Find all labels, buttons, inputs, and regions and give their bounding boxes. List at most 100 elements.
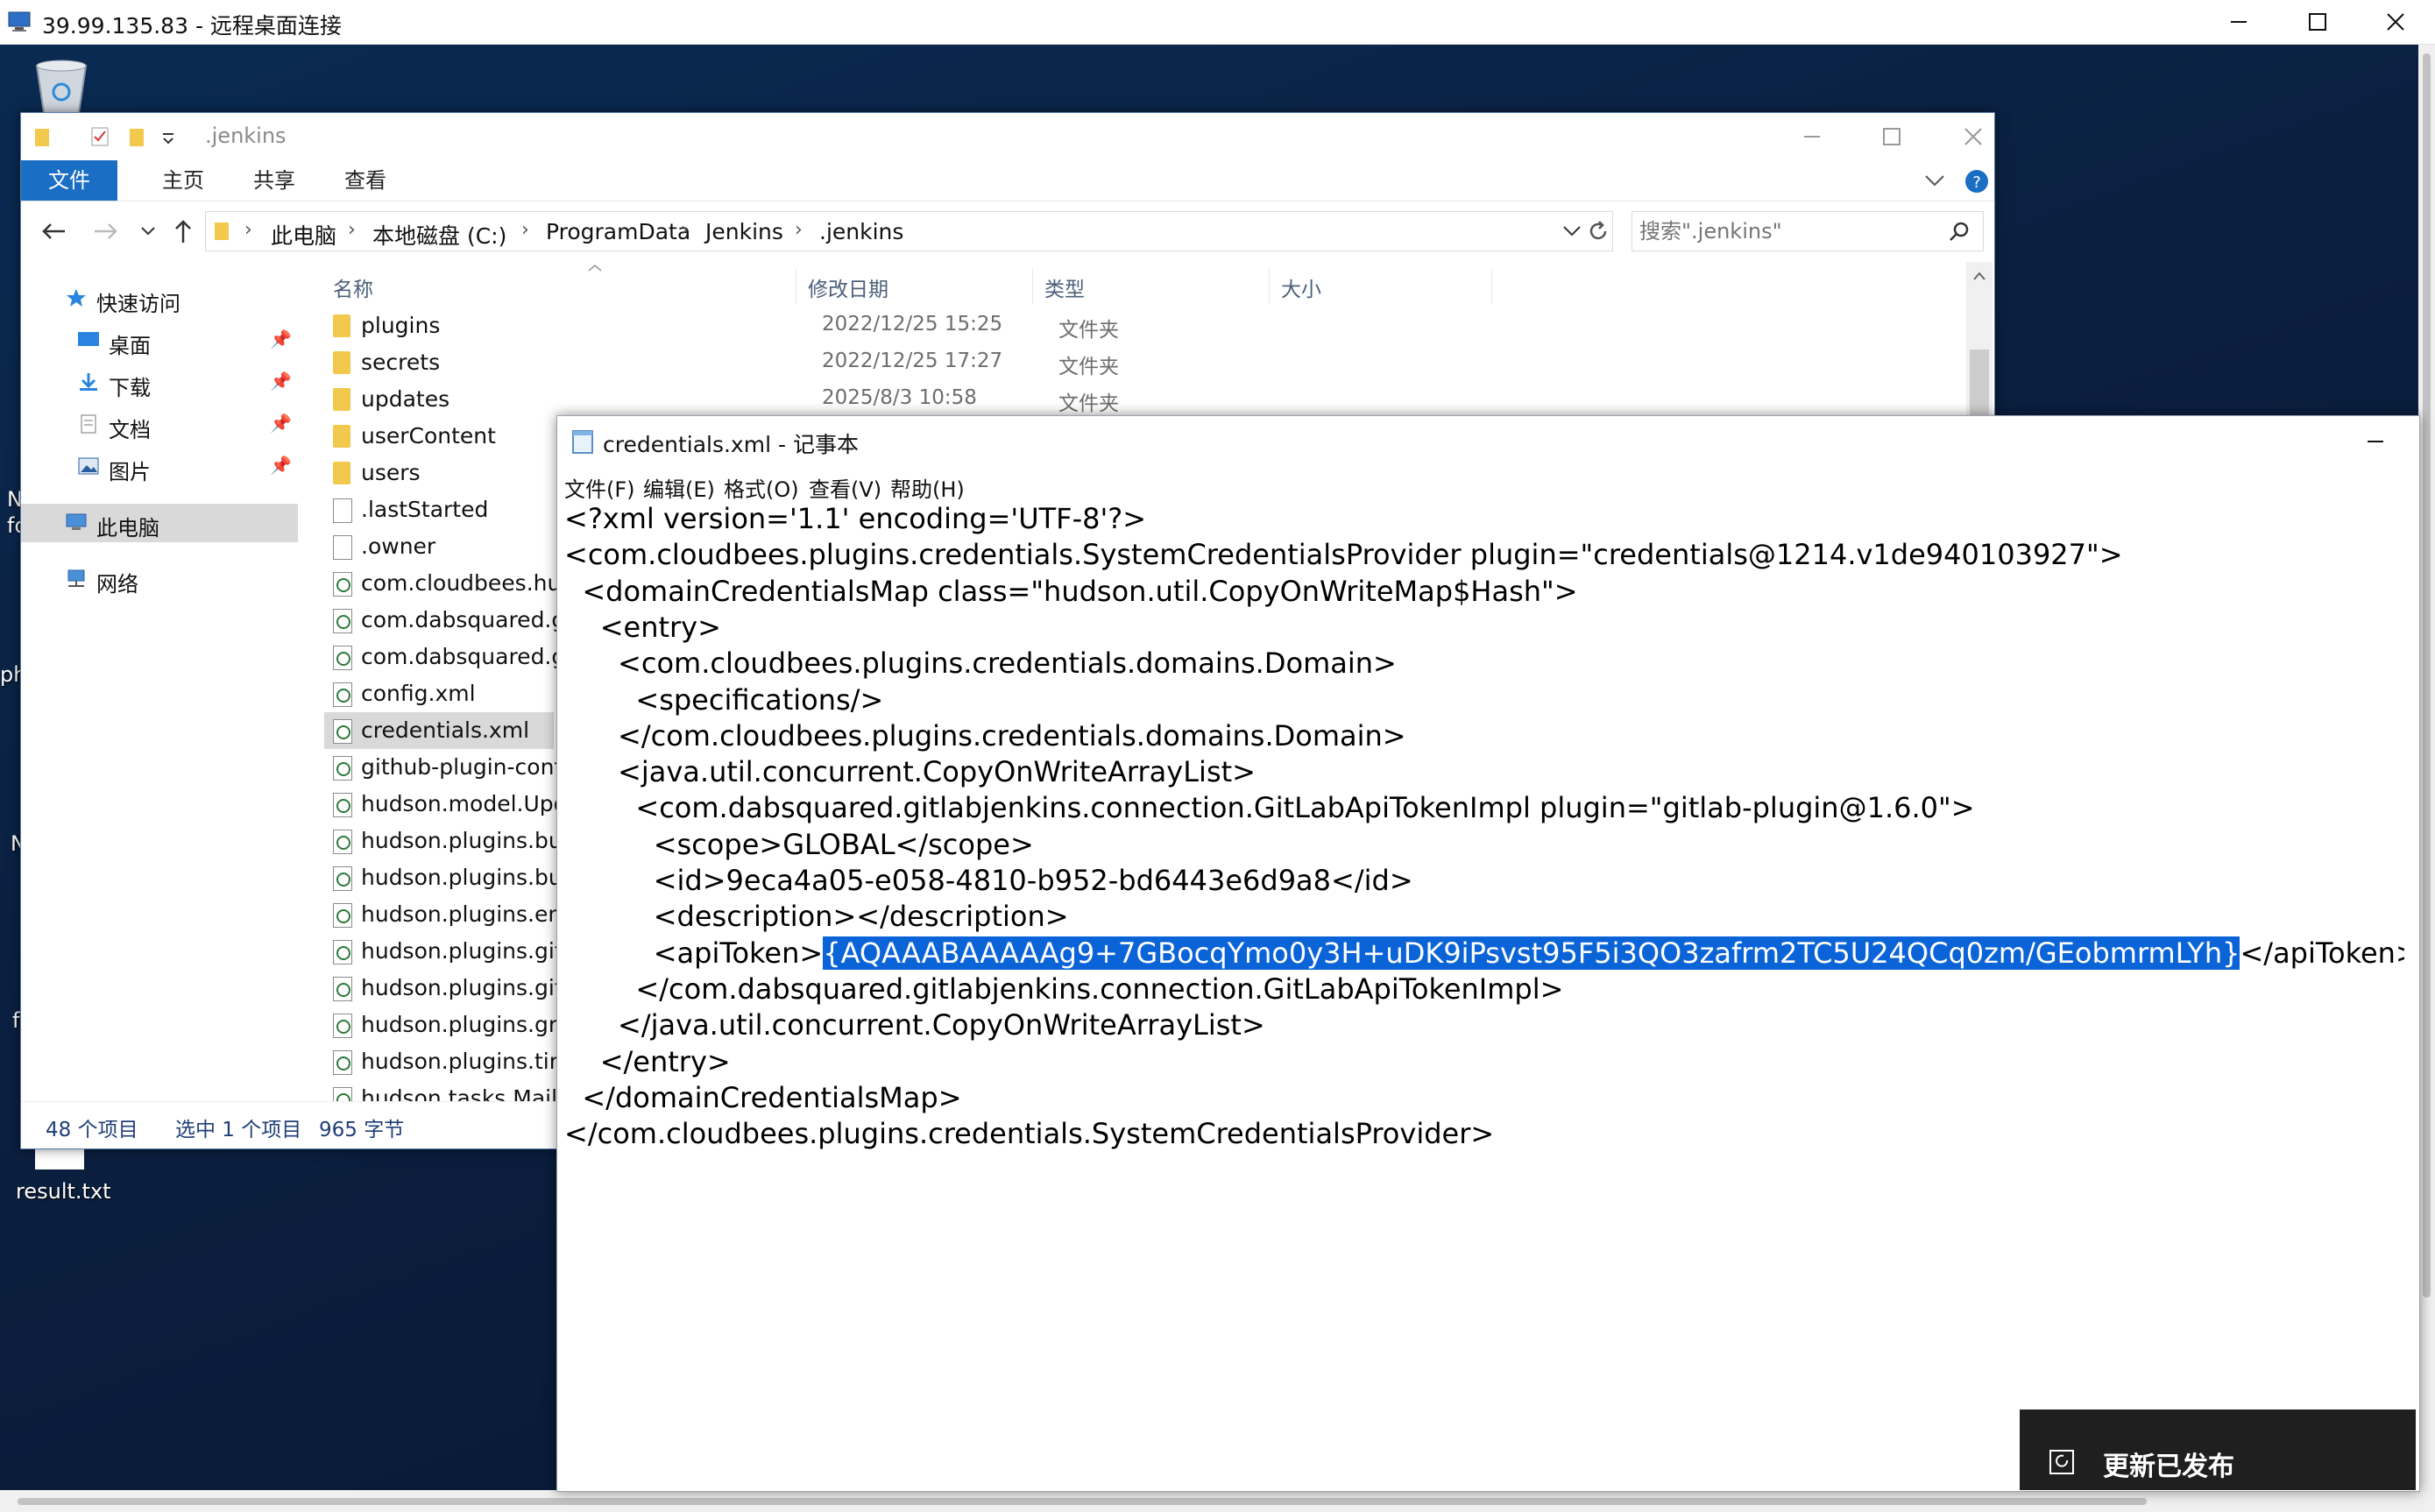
file-name: plugins <box>361 313 441 338</box>
help-icon[interactable]: ? <box>1964 169 1989 194</box>
file-modified-date: 2022/12/25 15:25 <box>822 313 1003 336</box>
nav-desktop[interactable]: 桌面 📌 <box>21 321 298 360</box>
result-file-icon[interactable] <box>35 1147 84 1169</box>
selected-api-token[interactable]: {AQAAABAAAAAg9+7GBocqYmo0y3H+uDK9iPsvst9… <box>823 936 2240 970</box>
column-header-type[interactable]: 类型 <box>1044 272 1085 302</box>
file-name: credentials.xml <box>361 717 530 743</box>
xml-file-icon <box>333 719 352 744</box>
address-bar[interactable]: › 此电脑 › 本地磁盘 (C:) › ProgramData › Jenkin… <box>205 211 1613 251</box>
xml-file-icon <box>333 866 352 891</box>
file-name: hudson.plugins.gra <box>361 1012 571 1037</box>
menu-edit[interactable]: 编辑(E) <box>643 472 715 503</box>
breadcrumb-programdata[interactable]: ProgramData <box>546 219 690 244</box>
file-row[interactable]: secrets 2022/12/25 17:27 文件夹 <box>324 344 1463 381</box>
column-header-modified[interactable]: 修改日期 <box>808 272 888 302</box>
minimize-button[interactable] <box>2199 0 2278 44</box>
desktop-vertical-scrollbar[interactable] <box>2418 45 2435 1490</box>
refresh-icon[interactable] <box>1586 219 1610 244</box>
nav-documents[interactable]: 文档 📌 <box>21 406 298 444</box>
expand-ribbon-icon[interactable] <box>1924 173 1945 188</box>
breadcrumb-this-pc[interactable]: 此电脑 <box>271 219 336 251</box>
tab-share[interactable]: 共享 <box>226 160 322 201</box>
update-label: 更新已发布 <box>2103 1452 2234 1482</box>
close-icon <box>1964 128 1982 145</box>
file-row[interactable]: updates 2025/8/3 10:58 文件夹 <box>324 381 1463 418</box>
explorer-maximize-button[interactable] <box>1852 113 1931 160</box>
column-header-size[interactable]: 大小 <box>1281 272 1321 302</box>
breadcrumb-local-disk[interactable]: 本地磁盘 (C:) <box>372 219 506 251</box>
recent-locations-icon[interactable] <box>140 225 156 237</box>
chevron-down-icon[interactable] <box>1562 224 1582 238</box>
close-button[interactable] <box>2356 0 2435 44</box>
file-modified-date: 2025/8/3 10:58 <box>822 386 977 409</box>
notepad-minimize-button[interactable] <box>2336 416 2415 467</box>
api-token-close-tag: </apiToken> <box>2240 936 2404 970</box>
notepad-window: credentials.xml - 记事本 文件(F) 编辑(E) 格式(O) … <box>556 415 2420 1492</box>
explorer-close-button[interactable] <box>1934 113 2013 160</box>
explorer-minimize-button[interactable] <box>1773 113 1851 160</box>
desktop-horizontal-scrollbar[interactable] <box>0 1490 2435 1512</box>
nav-network[interactable]: 网络 <box>21 560 298 598</box>
tab-view[interactable]: 查看 <box>317 160 414 201</box>
search-input[interactable] <box>1638 215 1939 247</box>
search-icon[interactable] <box>1948 221 1971 244</box>
text-line: </domainCredentialsMap> <box>564 1081 961 1114</box>
text-line-content: <apiToken> <box>564 936 824 970</box>
rdp-title: 39.99.135.83 - 远程桌面连接 <box>42 13 342 39</box>
minimize-icon <box>2368 441 2383 442</box>
nav-this-pc[interactable]: 此电脑 <box>21 504 298 542</box>
menu-view[interactable]: 查看(V) <box>809 472 881 503</box>
nav-downloads[interactable]: 下载 📌 <box>21 364 298 402</box>
file-type: 文件夹 <box>1058 392 1119 415</box>
tab-file[interactable]: 文件 <box>21 160 117 201</box>
text-line: <java.util.concurrent.CopyOnWriteArrayLi… <box>564 755 1256 788</box>
forward-icon[interactable] <box>93 220 119 243</box>
pin-icon[interactable]: 📌 <box>270 413 292 434</box>
update-icon <box>2049 1450 2074 1474</box>
menu-file[interactable]: 文件(F) <box>564 472 635 503</box>
xml-file-icon <box>333 1087 352 1101</box>
xml-file-icon <box>333 830 352 854</box>
breadcrumb-jenkins[interactable]: Jenkins <box>705 219 783 244</box>
notepad-title: credentials.xml - 记事本 <box>603 432 859 457</box>
file-icon <box>333 498 352 523</box>
nav-quick-access[interactable]: 快速访问 <box>21 279 298 318</box>
menu-help[interactable]: 帮助(H) <box>890 472 965 503</box>
maximize-button[interactable] <box>2278 0 2357 44</box>
tab-home[interactable]: 主页 <box>135 160 231 201</box>
breadcrumb-dot-jenkins[interactable]: .jenkins <box>819 219 903 244</box>
selection-count: 选中 1 个项目 <box>175 1119 302 1141</box>
file-row[interactable]: credentials.xml <box>324 712 554 749</box>
file-name: hudson.plugins.tim <box>361 1049 571 1074</box>
pin-icon[interactable]: 📌 <box>270 329 292 350</box>
xml-file-icon <box>333 646 352 670</box>
update-notification[interactable]: 更新已发布 <box>2020 1410 2416 1490</box>
recycle-bin-icon[interactable] <box>26 57 96 115</box>
text-line-content: <java.util.concurrent.CopyOnWriteArrayLi… <box>564 755 1256 789</box>
pin-icon[interactable]: 📌 <box>270 371 292 392</box>
folder-icon <box>333 314 350 337</box>
back-icon[interactable] <box>40 220 67 243</box>
search-box[interactable] <box>1632 211 1984 251</box>
file-name: hudson.plugins.bui <box>361 828 569 853</box>
up-icon[interactable] <box>172 218 195 244</box>
file-type: 文件夹 <box>1058 356 1119 378</box>
file-row[interactable]: plugins 2022/12/25 15:25 文件夹 <box>324 307 1463 344</box>
menu-format[interactable]: 格式(O) <box>724 472 799 503</box>
xml-file-icon <box>333 756 352 781</box>
address-row: › 此电脑 › 本地磁盘 (C:) › ProgramData › Jenkin… <box>21 201 1994 262</box>
column-header-name[interactable]: 名称 <box>333 272 373 302</box>
notepad-text-area[interactable]: <?xml version='1.1' encoding='UTF-8'?> <c… <box>564 502 2404 1466</box>
pin-icon[interactable]: 📌 <box>270 455 292 476</box>
navigation-pane: 快速访问 桌面 📌 下载 📌 文档 📌 图片 📌 此电脑 网络 <box>21 262 298 1101</box>
file-name: config.xml <box>361 681 476 706</box>
result-file-label[interactable]: result.txt <box>16 1179 111 1204</box>
customize-arrow-icon[interactable] <box>161 132 175 145</box>
new-folder-icon[interactable] <box>128 125 147 148</box>
text-line: <scope>GLOBAL</scope> <box>564 828 1034 861</box>
chevron-up-icon[interactable] <box>1972 271 1986 281</box>
text-line: </com.cloudbees.plugins.credentials.Syst… <box>564 1117 1494 1150</box>
nav-pictures[interactable]: 图片 📌 <box>21 448 298 486</box>
properties-icon[interactable] <box>89 125 112 148</box>
text-line-content: <com.cloudbees.plugins.credentials.Syste… <box>564 538 2123 572</box>
